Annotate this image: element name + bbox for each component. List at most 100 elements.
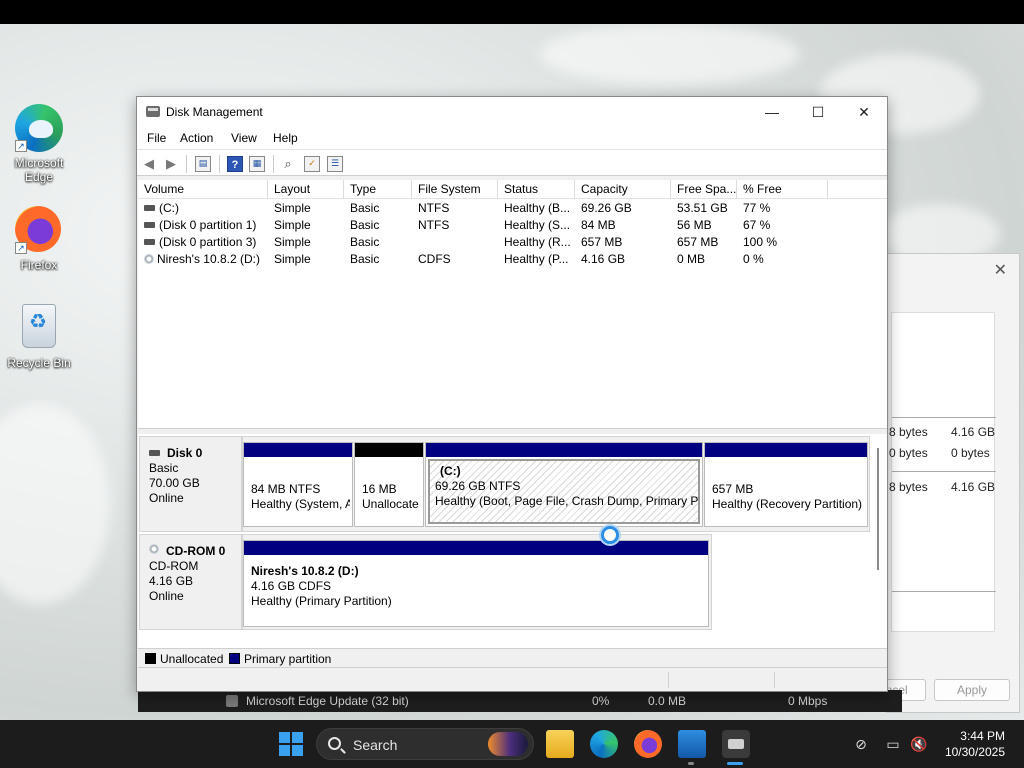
toolbar: ◀ ▶ ▤ ? ▦ ⌕ ✓ ☰ bbox=[137, 149, 887, 176]
show-hide-console-tree-icon[interactable]: ▤ bbox=[195, 156, 211, 172]
partition-unallocated[interactable]: 16 MB Unallocate bbox=[354, 442, 424, 527]
cell-file-system: NTFS bbox=[418, 201, 450, 215]
column-header-file-system[interactable]: File System bbox=[412, 180, 498, 199]
column-header-type[interactable]: Type bbox=[344, 180, 412, 199]
cell-layout: Simple bbox=[274, 235, 311, 249]
menu-bar: File Action View Help bbox=[137, 127, 887, 149]
disk-graphical-view: Disk 0 Basic 70.00 GB Online 84 MB NTFS … bbox=[138, 434, 887, 648]
search-highlight-icon bbox=[488, 732, 528, 756]
partition-line1: 657 MB bbox=[712, 482, 754, 496]
cell-file-system: CDFS bbox=[418, 252, 451, 266]
menu-help[interactable]: Help bbox=[273, 131, 298, 145]
system-clock[interactable]: 3:44 PM 10/30/2025 bbox=[945, 728, 1005, 760]
disk-0-label[interactable]: Disk 0 Basic 70.00 GB Online bbox=[139, 436, 242, 532]
disk-management-icon[interactable] bbox=[722, 730, 750, 758]
column-header-percent-free[interactable]: % Free bbox=[737, 180, 828, 199]
desktop-icon-firefox[interactable]: ↗ Firefox bbox=[4, 206, 74, 272]
minimize-button[interactable]: — bbox=[749, 97, 795, 127]
process-net: 0 Mbps bbox=[788, 694, 828, 708]
cell-volume: (Disk 0 partition 1) bbox=[159, 218, 257, 232]
background-task-window: Microsoft Edge Update (32 bit) 0% 0.0 MB… bbox=[138, 690, 902, 712]
column-header-volume[interactable]: Volume bbox=[138, 180, 268, 199]
disk-name: CD-ROM 0 bbox=[166, 544, 226, 558]
edge-icon[interactable] bbox=[590, 730, 618, 758]
list-view-icon[interactable]: ☰ bbox=[327, 156, 343, 172]
apply-button[interactable]: Apply bbox=[934, 679, 1010, 701]
taskbar-search[interactable]: Search bbox=[316, 728, 534, 760]
check-icon[interactable]: ✓ bbox=[304, 156, 320, 172]
connect-icon[interactable]: ⌕ bbox=[280, 156, 296, 172]
column-header-capacity[interactable]: Capacity bbox=[575, 180, 671, 199]
desktop-icon-label: Recycle Bin bbox=[7, 356, 71, 370]
table-row[interactable]: (C:) Simple Basic NTFS Healthy (B... 69.… bbox=[138, 200, 887, 217]
cell-status: Healthy (P... bbox=[504, 252, 569, 266]
table-row[interactable]: (Disk 0 partition 3) Simple Basic Health… bbox=[138, 234, 887, 251]
desktop-icon-label: Firefox bbox=[20, 258, 58, 272]
column-header-layout[interactable]: Layout bbox=[268, 180, 344, 199]
search-icon bbox=[328, 737, 341, 750]
menu-view[interactable]: View bbox=[231, 131, 257, 145]
cell-percent-free: 77 % bbox=[743, 201, 771, 215]
menu-action[interactable]: Action bbox=[180, 131, 213, 145]
firefox-icon[interactable] bbox=[634, 730, 662, 758]
table-row[interactable]: Niresh's 10.8.2 (D:) Simple Basic CDFS H… bbox=[138, 251, 887, 268]
desktop-icon-recycle-bin[interactable]: Recycle Bin bbox=[4, 304, 74, 370]
cell-layout: Simple bbox=[274, 201, 311, 215]
partition-recovery[interactable]: 657 MB Healthy (Recovery Partition) bbox=[704, 442, 868, 527]
column-header-free-space[interactable]: Free Spa... bbox=[671, 180, 737, 199]
properties-icon[interactable]: ▦ bbox=[249, 156, 265, 172]
partition-d[interactable]: Niresh's 10.8.2 (D:) 4.16 GB CDFS Health… bbox=[243, 540, 709, 627]
cell-volume: (Disk 0 partition 3) bbox=[159, 235, 257, 249]
search-label: Search bbox=[353, 737, 398, 753]
taskbar: Search ⊘ ▭ 🔇 3:44 PM 10/30/2025 bbox=[0, 720, 1024, 768]
file-explorer-icon[interactable] bbox=[546, 730, 574, 758]
primary-partition-bar bbox=[426, 443, 702, 457]
cell-type: Basic bbox=[350, 201, 380, 215]
cell-free-space: 53.51 GB bbox=[677, 201, 728, 215]
disk-icon bbox=[144, 238, 155, 245]
network-offline-icon[interactable]: ⊘ bbox=[852, 735, 870, 753]
volume-muted-icon[interactable]: 🔇 bbox=[910, 735, 928, 753]
close-button[interactable]: ✕ bbox=[841, 97, 887, 127]
process-name: Microsoft Edge Update (32 bit) bbox=[246, 694, 409, 708]
maximize-button[interactable]: ☐ bbox=[795, 97, 841, 127]
partition-title: Niresh's 10.8.2 (D:) bbox=[251, 564, 359, 578]
forward-arrow-icon[interactable]: ▶ bbox=[163, 156, 179, 172]
disk-state: Online bbox=[149, 589, 184, 603]
desktop-icon-label: Microsoft Edge bbox=[14, 156, 64, 184]
cell-status: Healthy (S... bbox=[504, 218, 571, 232]
disk-state: Online bbox=[149, 491, 184, 505]
partition-line2: Unallocate bbox=[362, 497, 419, 511]
cell-free-space: 56 MB bbox=[677, 218, 712, 232]
cell-capacity: 657 MB bbox=[581, 235, 623, 249]
partition-c[interactable]: (C:) 69.26 GB NTFS Healthy (Boot, Page F… bbox=[425, 442, 703, 527]
cell-layout: Simple bbox=[274, 218, 311, 232]
menu-file[interactable]: File bbox=[147, 131, 166, 145]
help-icon[interactable]: ? bbox=[227, 156, 243, 172]
close-icon[interactable]: ✕ bbox=[994, 260, 1007, 280]
cell-file-system: NTFS bbox=[418, 218, 450, 232]
dialog-row-a: 8 bytes bbox=[889, 480, 928, 494]
dialog-row-b: 0 bytes bbox=[951, 446, 990, 460]
table-row[interactable]: (Disk 0 partition 1) Simple Basic NTFS H… bbox=[138, 217, 887, 234]
column-header-status[interactable]: Status bbox=[498, 180, 575, 199]
task-manager-icon[interactable] bbox=[678, 730, 706, 758]
cd-rom-icon bbox=[144, 253, 154, 264]
desktop-icon-edge[interactable]: ↗ Microsoft Edge bbox=[4, 104, 74, 184]
cell-status: Healthy (R... bbox=[504, 235, 571, 249]
display-icon[interactable]: ▭ bbox=[884, 735, 902, 753]
disk-management-app-icon bbox=[146, 106, 160, 117]
partition-system[interactable]: 84 MB NTFS Healthy (System, A bbox=[243, 442, 353, 527]
graphical-view-scrollbar[interactable] bbox=[877, 448, 879, 570]
partition-line2: Healthy (Recovery Partition) bbox=[712, 497, 863, 511]
partition-line1: 69.26 GB NTFS bbox=[435, 479, 521, 493]
disk-icon bbox=[144, 221, 155, 228]
cd-rom-0-label[interactable]: CD-ROM 0 CD-ROM 4.16 GB Online bbox=[139, 534, 242, 630]
title-bar[interactable]: Disk Management — ☐ ✕ bbox=[137, 97, 887, 127]
back-arrow-icon[interactable]: ◀ bbox=[141, 156, 157, 172]
start-button[interactable] bbox=[279, 732, 303, 756]
primary-partition-swatch bbox=[229, 653, 240, 664]
partition-line2: Healthy (Boot, Page File, Crash Dump, Pr… bbox=[435, 494, 700, 508]
shortcut-arrow-icon: ↗ bbox=[15, 242, 27, 254]
cell-type: Basic bbox=[350, 235, 380, 249]
